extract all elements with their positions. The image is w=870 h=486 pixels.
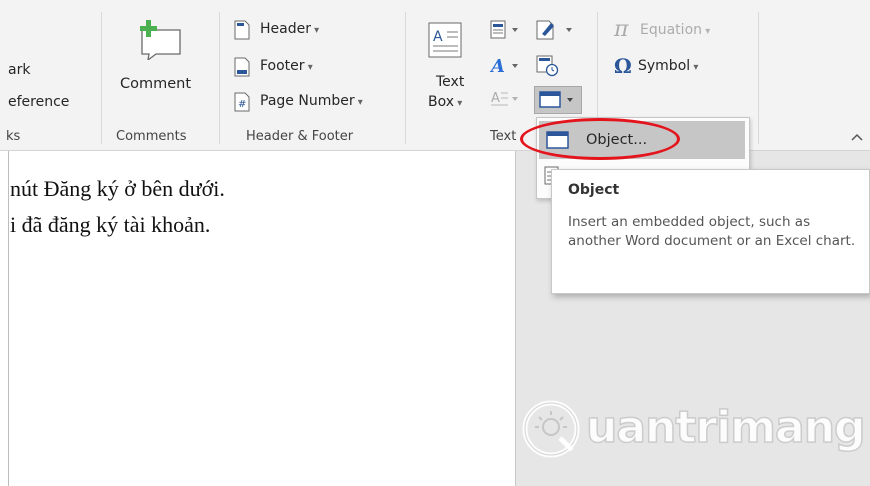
header-footer-group: Header Footer # Page Number Header & Foo… [220, 0, 405, 151]
header-label: Header [260, 21, 319, 37]
text-group-label: Text [490, 129, 517, 144]
document-text-line[interactable]: nút Đăng ký ở bên dưới. [10, 176, 225, 202]
collapse-ribbon-icon[interactable] [850, 132, 864, 142]
object-icon [539, 91, 573, 108]
bookmark-button[interactable]: ark [8, 62, 30, 78]
text-box-label-1: Text [436, 74, 465, 90]
signature-line-button[interactable] [536, 20, 576, 42]
text-box-button[interactable]: A Text Box [426, 22, 476, 118]
highlight-ellipse [520, 118, 680, 160]
comments-group-label: Comments [116, 129, 187, 144]
svg-text:A: A [491, 91, 500, 106]
links-group: ark eference ks [0, 0, 100, 151]
pi-icon: π [614, 17, 629, 42]
page-number-label: Page Number [260, 93, 363, 109]
drop-cap-icon: A [491, 91, 518, 106]
svg-text:A: A [433, 29, 443, 45]
links-group-label: ks [6, 129, 21, 144]
wordart-icon: A [489, 56, 518, 77]
watermark-text: uantrimang [585, 401, 866, 454]
watermark-logo-icon [522, 400, 580, 458]
drop-cap-button: A [490, 88, 526, 110]
page-margin-line [8, 151, 9, 486]
text-box-label-2: Box [428, 94, 462, 110]
header-icon [234, 20, 250, 40]
watermark: uantrimang [520, 398, 866, 458]
footer-icon [234, 57, 250, 77]
page-number-button[interactable]: # Page Number [234, 92, 404, 114]
separator [758, 12, 759, 144]
equation-button: π Equation [614, 17, 754, 44]
cross-reference-button[interactable]: eference [8, 94, 69, 110]
header-button[interactable]: Header [234, 20, 354, 42]
object-dropdown-button[interactable] [534, 86, 582, 114]
header-footer-group-label: Header & Footer [246, 129, 354, 144]
document-text-line[interactable]: i đã đăng ký tài khoản. [10, 212, 210, 238]
new-comment-icon [140, 20, 181, 60]
text-box-icon: A [428, 22, 462, 58]
comment-button[interactable]: Comment [112, 18, 202, 108]
omega-icon: Ω [614, 54, 632, 78]
symbol-button[interactable]: Ω Symbol [614, 54, 754, 80]
tooltip-title: Object [568, 182, 620, 198]
quick-parts-button[interactable] [490, 20, 526, 42]
tooltip-description: Insert an embedded object, such as anoth… [568, 214, 856, 249]
svg-text:#: # [238, 99, 246, 110]
svg-text:A: A [490, 56, 505, 77]
comments-group: Comment Comments [102, 0, 207, 151]
signature-line-icon [536, 20, 572, 40]
footer-button[interactable]: Footer [234, 57, 354, 79]
wordart-button[interactable]: A [489, 55, 526, 77]
equation-label: Equation [640, 22, 710, 38]
quick-parts-icon [490, 20, 518, 39]
footer-label: Footer [260, 58, 313, 74]
date-time-icon [536, 55, 559, 77]
object-tooltip: Object Insert an embedded object, such a… [551, 169, 870, 294]
date-time-button[interactable] [536, 55, 566, 77]
page-number-icon: # [234, 92, 250, 112]
comment-label: Comment [120, 76, 192, 92]
symbol-label: Symbol [638, 58, 698, 74]
